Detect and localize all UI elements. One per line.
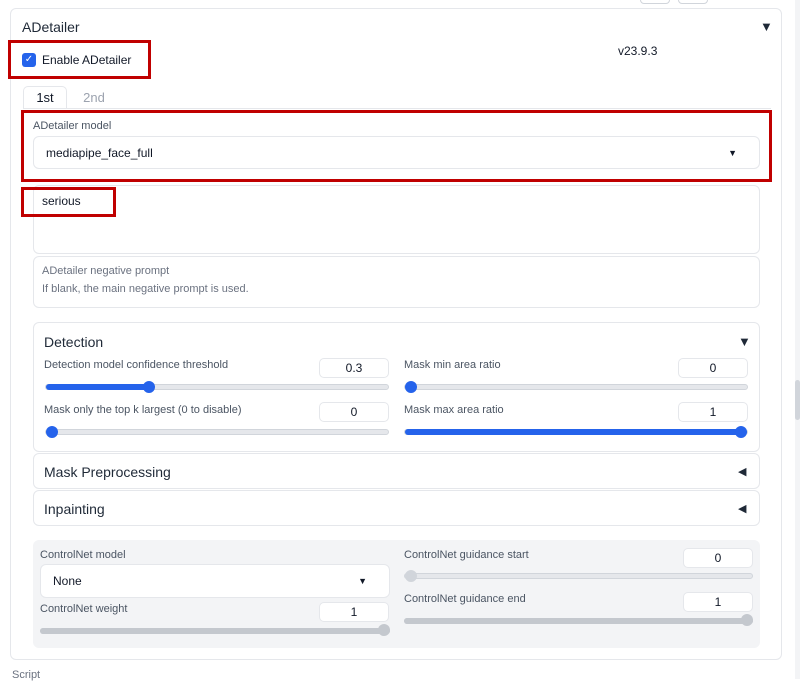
negative-placeholder-line2: If blank, the main negative prompt is us… xyxy=(42,283,249,295)
detection-caret-icon[interactable]: ▼ xyxy=(738,334,751,349)
max-area-slider-fill xyxy=(405,429,747,435)
topk-slider[interactable] xyxy=(45,426,389,438)
version-text: v23.9.3 xyxy=(618,44,658,58)
page-scrollbar[interactable] xyxy=(795,0,800,679)
controlnet-weight-slider[interactable] xyxy=(40,624,390,636)
mask-preprocessing-caret-icon[interactable]: ◀ xyxy=(738,465,746,478)
guidance-start-slider[interactable] xyxy=(404,570,753,582)
max-area-label: Mask max area ratio xyxy=(404,404,504,416)
topk-slider-thumb[interactable] xyxy=(46,426,58,438)
confidence-slider-thumb[interactable] xyxy=(142,381,155,393)
inpainting-title[interactable]: Inpainting xyxy=(44,501,105,517)
panel-title[interactable]: ADetailer xyxy=(22,19,80,35)
enable-checkbox[interactable]: ✓ xyxy=(22,53,36,67)
confidence-slider-fill xyxy=(46,384,149,390)
controlnet-model-value: None xyxy=(53,574,82,588)
controlnet-weight-input[interactable]: 1 xyxy=(319,602,389,622)
max-area-slider[interactable] xyxy=(404,426,748,438)
collapse-caret-icon[interactable]: ▼ xyxy=(760,19,773,34)
guidance-start-label: ControlNet guidance start xyxy=(404,549,529,561)
chevron-down-icon: ▼ xyxy=(358,576,367,586)
confidence-slider[interactable] xyxy=(45,381,389,393)
model-dropdown[interactable]: mediapipe_face_full ▼ xyxy=(33,136,760,169)
guidance-end-input[interactable]: 1 xyxy=(683,592,753,612)
negative-placeholder-line1: ADetailer negative prompt xyxy=(42,265,170,277)
prompt-textarea[interactable] xyxy=(33,185,760,254)
top-stub xyxy=(640,0,670,4)
tab-2nd[interactable]: 2nd xyxy=(74,86,114,108)
controlnet-weight-label: ControlNet weight xyxy=(40,603,128,615)
prompt-text: serious xyxy=(42,194,81,208)
min-area-slider[interactable] xyxy=(404,381,748,393)
chevron-down-icon: ▼ xyxy=(728,147,737,158)
controlnet-model-dropdown[interactable]: None ▼ xyxy=(40,564,390,598)
inpainting-caret-icon[interactable]: ◀ xyxy=(738,502,746,515)
guidance-start-thumb[interactable] xyxy=(405,570,417,582)
min-area-input[interactable]: 0 xyxy=(678,358,748,378)
guidance-start-input[interactable]: 0 xyxy=(683,548,753,568)
guidance-end-fill xyxy=(404,618,753,624)
inpainting-section[interactable] xyxy=(33,490,760,526)
model-label: ADetailer model xyxy=(33,120,112,132)
min-area-label: Mask min area ratio xyxy=(404,359,501,371)
guidance-end-slider[interactable] xyxy=(404,614,753,626)
detection-title[interactable]: Detection xyxy=(44,334,103,350)
controlnet-weight-fill xyxy=(40,628,390,634)
guidance-end-label: ControlNet guidance end xyxy=(404,593,526,605)
controlnet-model-label: ControlNet model xyxy=(40,549,126,561)
topk-input[interactable]: 0 xyxy=(319,402,389,422)
max-area-slider-thumb[interactable] xyxy=(735,426,747,438)
script-label: Script xyxy=(12,669,41,681)
tab-divider xyxy=(23,108,771,109)
min-area-slider-thumb[interactable] xyxy=(405,381,417,393)
confidence-input[interactable]: 0.3 xyxy=(319,358,389,378)
enable-label[interactable]: Enable ADetailer xyxy=(42,53,131,67)
top-stub xyxy=(678,0,708,4)
tab-1st[interactable]: 1st xyxy=(23,86,67,108)
guidance-end-thumb[interactable] xyxy=(741,614,753,626)
controlnet-weight-thumb[interactable] xyxy=(378,624,390,636)
negative-prompt-textarea[interactable] xyxy=(33,256,760,308)
max-area-input[interactable]: 1 xyxy=(678,402,748,422)
mask-preprocessing-title[interactable]: Mask Preprocessing xyxy=(44,464,171,480)
scrollbar-thumb[interactable] xyxy=(795,380,800,420)
topk-label: Mask only the top k largest (0 to disabl… xyxy=(44,404,242,416)
model-value: mediapipe_face_full xyxy=(46,145,153,160)
confidence-label: Detection model confidence threshold xyxy=(44,359,229,371)
